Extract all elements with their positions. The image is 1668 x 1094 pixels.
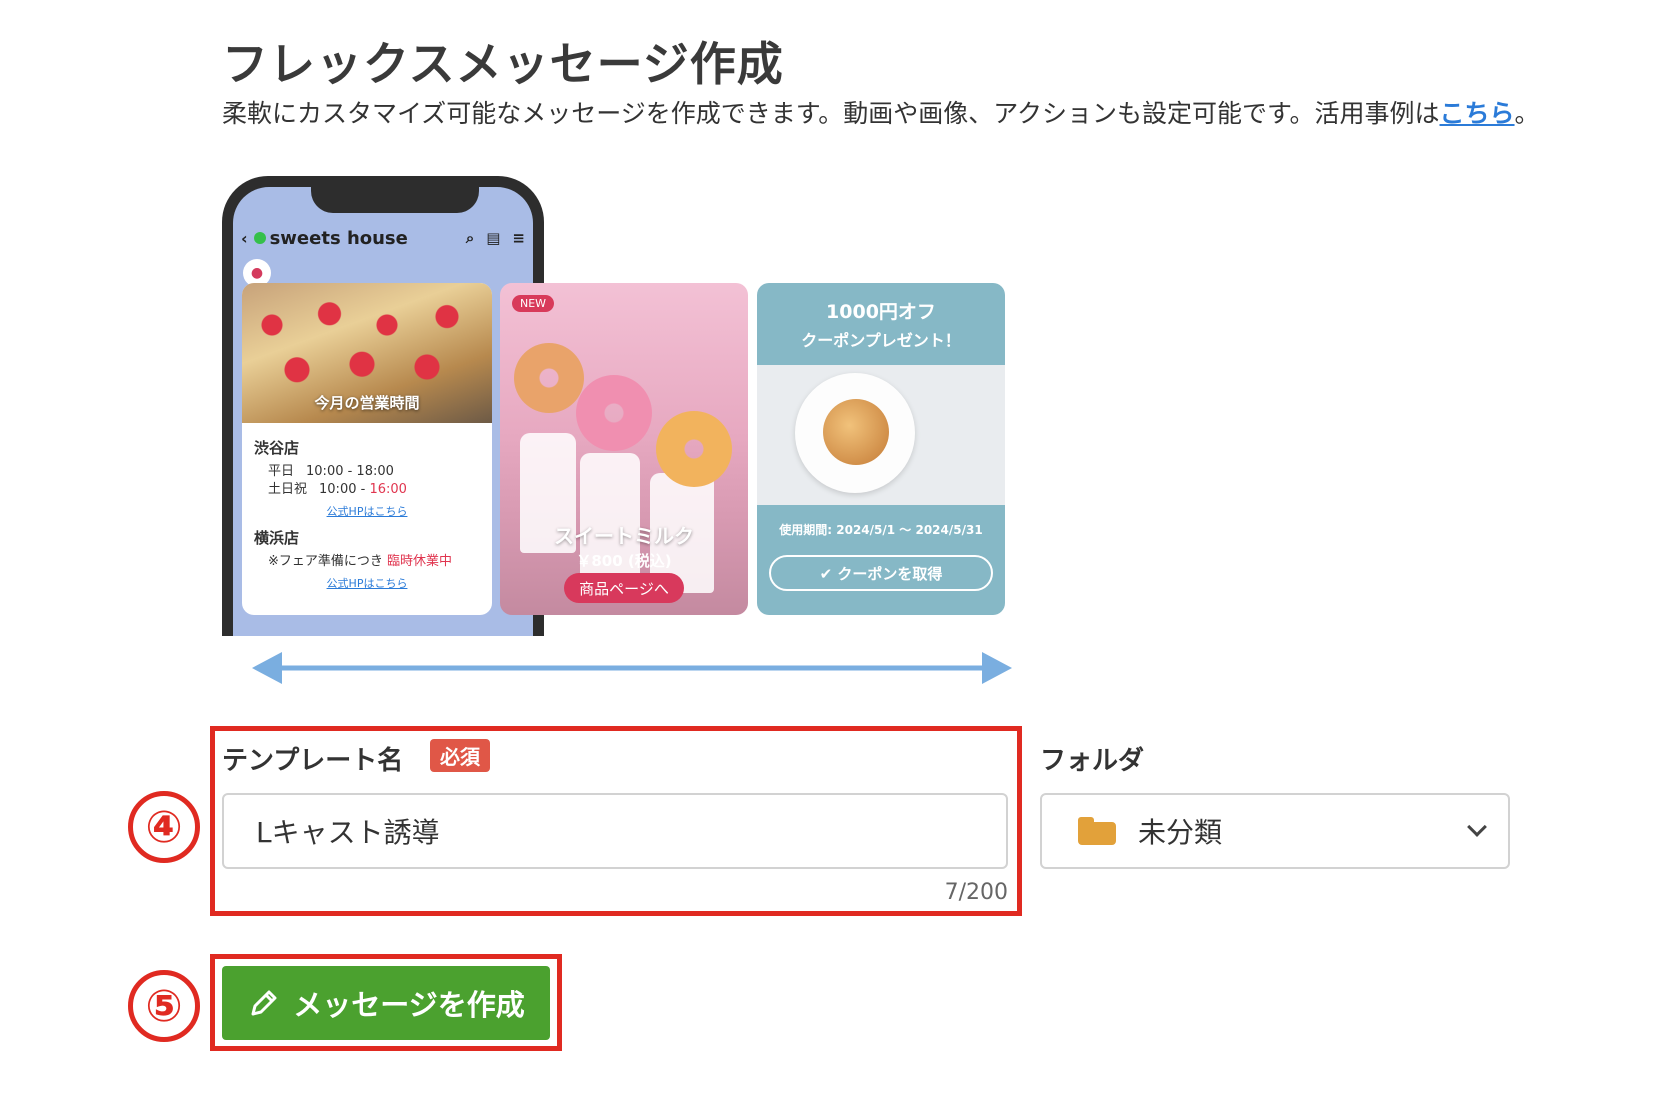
- chat-name: sweets house: [269, 227, 408, 249]
- hours-row: 平日 10:00 - 18:00: [254, 463, 480, 481]
- pancake-image: [823, 399, 889, 465]
- template-name-input[interactable]: Lキャスト誘導: [222, 793, 1008, 869]
- step-5-marker: ⑤: [128, 970, 200, 1042]
- chevron-down-icon: [1467, 817, 1487, 837]
- cake-photo: 今月の営業時間: [242, 283, 492, 423]
- step-4-marker: ④: [128, 791, 200, 863]
- character-counter: 7/200: [944, 880, 1008, 905]
- folder-value: 未分類: [1138, 816, 1223, 849]
- product-title: スイートミルク: [554, 524, 694, 548]
- folder-icon: [1078, 817, 1116, 845]
- hours-label: 平日: [268, 464, 295, 479]
- donut-image: [514, 343, 584, 413]
- notice-row: ※フェア準備につき 臨時休業中: [254, 553, 480, 571]
- coupon-title: 1000円オフ: [826, 301, 936, 323]
- required-badge: 必須: [430, 739, 490, 772]
- store-name: 渋谷店: [254, 439, 300, 457]
- coupon-period: 使用期間: 2024/5/1 〜 2024/5/31: [779, 523, 983, 537]
- card-body: 渋谷店 平日 10:00 - 18:00 土日祝 10:00 - 16:00 公式H…: [242, 423, 492, 615]
- pancake-photo: [757, 365, 1005, 505]
- hours-value: 10:00 - 16:00: [319, 481, 407, 499]
- notice-text: ※フェア準備につき 臨時休業中: [268, 553, 452, 571]
- verified-badge-icon: [253, 232, 266, 244]
- official-site-link[interactable]: 公式HPはこちら: [254, 575, 480, 593]
- pencil-icon: [251, 990, 277, 1016]
- notice-prefix: ※フェア準備につき: [268, 554, 388, 569]
- hours-label: 土日祝: [268, 482, 308, 497]
- donut-image: [576, 375, 652, 451]
- donut-image: [656, 411, 732, 487]
- preview-card-product: NEW スイートミルク ￥800 (税込) 商品ページへ: [500, 283, 748, 615]
- notes-icon: ▤: [486, 229, 501, 247]
- notice-closed: 臨時休業中: [387, 554, 453, 569]
- hours-row: 土日祝 10:00 - 16:00: [254, 481, 480, 499]
- product-price: ￥800 (税込): [576, 552, 672, 570]
- hours-start: 10:00 -: [319, 482, 370, 497]
- product-page-button[interactable]: 商品ページへ: [564, 573, 684, 603]
- template-name-label: テンプレート名: [222, 746, 404, 776]
- get-coupon-button[interactable]: ✔ クーポンを取得: [769, 555, 993, 591]
- coupon-subtitle: クーポンプレゼント！: [801, 331, 961, 350]
- official-site-link[interactable]: 公式HPはこちら: [254, 503, 480, 521]
- page-title: フレックスメッセージ作成: [222, 37, 784, 91]
- store-name: 横浜店: [254, 529, 300, 547]
- folder-label: フォルダ: [1040, 746, 1145, 776]
- search-icon: ⌕: [465, 229, 475, 247]
- new-badge: NEW: [512, 295, 555, 312]
- description-text: 柔軟にカスタマイズ可能なメッセージを作成できます。動画や画像、アクションも設定可…: [222, 99, 1440, 128]
- hours-end: 16:00: [369, 482, 407, 497]
- examples-link[interactable]: こちら: [1440, 99, 1515, 128]
- folder-select[interactable]: 未分類: [1040, 793, 1510, 869]
- description-end: 。: [1514, 99, 1540, 128]
- hours-value: 10:00 - 18:00: [306, 464, 394, 479]
- phone-notch: [311, 187, 479, 213]
- swipe-arrow-icon: [252, 652, 1012, 684]
- preview-card-coupon: 1000円オフ クーポンプレゼント！ 使用期間: 2024/5/1 〜 2024…: [757, 283, 1005, 615]
- card-caption: 今月の営業時間: [314, 394, 420, 412]
- back-icon: ‹: [241, 228, 248, 248]
- create-message-label: メッセージを作成: [293, 988, 525, 1022]
- page-description: 柔軟にカスタマイズ可能なメッセージを作成できます。動画や画像、アクションも設定可…: [222, 94, 1540, 130]
- menu-icon: ≡: [512, 229, 525, 247]
- chat-header: ‹ sweets house ⌕ ▤ ≡: [241, 225, 525, 251]
- chat-header-icons: ⌕ ▤ ≡: [466, 229, 525, 247]
- preview-card-hours: 今月の営業時間 渋谷店 平日 10:00 - 18:00 土日祝 10:00 - 1…: [242, 283, 492, 615]
- create-message-button[interactable]: メッセージを作成: [222, 966, 550, 1040]
